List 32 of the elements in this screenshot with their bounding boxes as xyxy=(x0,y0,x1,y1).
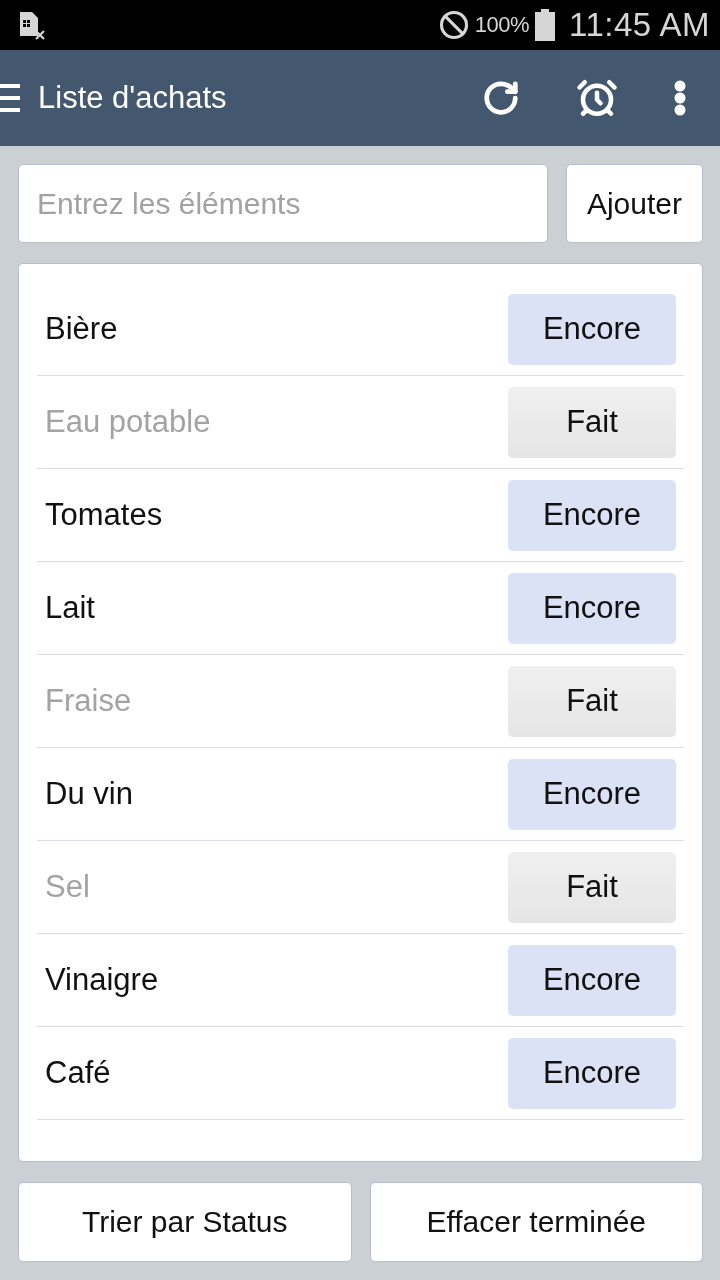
item-status-button[interactable]: Encore xyxy=(508,293,676,365)
item-name: Eau potable xyxy=(45,404,211,440)
item-status-button[interactable]: Fait xyxy=(508,851,676,923)
battery-icon xyxy=(535,9,555,41)
do-not-disturb-icon xyxy=(438,10,469,40)
item-name: Tomates xyxy=(45,497,163,533)
item-name: Sel xyxy=(45,869,90,905)
item-name: Lait xyxy=(45,590,95,626)
item-status-button[interactable]: Encore xyxy=(508,758,676,830)
item-name: Fraise xyxy=(45,683,132,719)
more-options-icon[interactable] xyxy=(674,80,686,116)
item-input-field[interactable]: Entrez les éléments xyxy=(18,164,548,243)
footer-button[interactable]: Effacer terminée xyxy=(369,1182,703,1262)
item-status-button[interactable]: Fait xyxy=(508,665,676,737)
item-status-button[interactable]: Encore xyxy=(508,1037,676,1109)
item-status-button[interactable]: Encore xyxy=(508,944,676,1016)
item-name: Du vin xyxy=(45,776,133,812)
item-name: Café xyxy=(45,1055,111,1091)
alarm-clock-icon[interactable] xyxy=(576,77,618,119)
item-name: Bière xyxy=(45,311,118,347)
battery-percentage: 100% xyxy=(474,12,529,38)
footer-button[interactable]: Trier par Status xyxy=(18,1182,352,1262)
item-name: Vinaigre xyxy=(45,962,159,998)
clock-time: 11:45 AM xyxy=(569,6,710,44)
add-button[interactable]: Ajouter xyxy=(565,164,703,243)
menu-icon[interactable] xyxy=(0,83,20,113)
refresh-icon[interactable] xyxy=(482,79,520,117)
app-title: Liste d'achats xyxy=(38,80,227,116)
item-status-button[interactable]: Encore xyxy=(508,479,676,551)
sim-card-missing-icon xyxy=(18,10,46,40)
item-status-button[interactable]: Encore xyxy=(508,572,676,644)
item-status-button[interactable]: Fait xyxy=(508,386,676,458)
